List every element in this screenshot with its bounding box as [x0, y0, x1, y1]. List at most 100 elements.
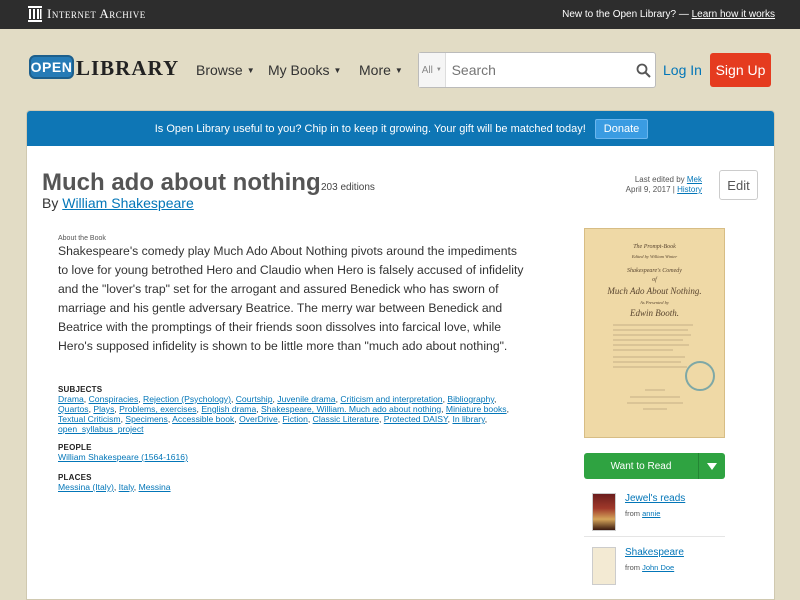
last-edited-label: Last edited by — [634, 175, 685, 184]
list-thumbnail[interactable] — [592, 547, 616, 585]
people-heading: PEOPLE — [58, 443, 92, 452]
logo-open-sign: OPEN — [29, 55, 74, 79]
chevron-down-icon: ▼ — [435, 67, 442, 73]
want-to-read-label[interactable]: Want to Read — [584, 453, 699, 479]
subject-link[interactable]: Quartos — [58, 404, 89, 414]
archive-building-icon — [28, 6, 42, 22]
internet-archive-logo[interactable]: Internet Archive — [28, 6, 146, 22]
donation-text: Is Open Library useful to you? Chip in t… — [154, 122, 586, 135]
logo-library-text: LIBRARY — [76, 56, 180, 80]
subject-link[interactable]: Fiction — [283, 414, 308, 424]
search-button[interactable] — [633, 53, 655, 87]
book-panel: Is Open Library useful to you? Chip in t… — [26, 110, 775, 600]
subject-link[interactable]: Textual Criticism — [58, 414, 121, 424]
place-link[interactable]: Messina (Italy) — [58, 482, 114, 492]
last-edited-user-link[interactable]: Mek — [687, 175, 702, 184]
list-thumbnail[interactable] — [592, 493, 616, 531]
donate-button[interactable]: Donate — [594, 118, 649, 139]
edit-button[interactable]: Edit — [719, 170, 758, 200]
book-cover[interactable]: The Prompt-Book Edited by William Winter… — [584, 228, 725, 438]
search-icon — [636, 63, 652, 78]
subject-link[interactable]: Courtship — [236, 394, 273, 404]
subject-link[interactable]: Criticism and interpretation — [340, 394, 442, 404]
subject-link[interactable]: Drama — [58, 394, 84, 404]
by-label: By — [42, 195, 59, 211]
login-link[interactable]: Log In — [663, 62, 702, 78]
search-input[interactable] — [445, 53, 633, 87]
site-header: OPEN LIBRARY Browse ▼ My Books ▼ More ▼ … — [0, 29, 800, 109]
subject-link[interactable]: Juvenile drama — [277, 394, 335, 404]
list-item: Shakespeare from John Doe — [584, 539, 725, 589]
cover-text: The Prompt-Book Edited by William Winter… — [585, 243, 724, 320]
cover-line: of — [652, 277, 657, 283]
last-edited: Last edited by Mek April 9, 2017 | Histo… — [626, 175, 702, 195]
places-list: Messina (Italy), Italy, Messina — [58, 482, 171, 492]
subject-link[interactable]: Plays — [93, 404, 114, 414]
subject-link[interactable]: open_syllabus_project — [58, 424, 144, 434]
cover-line: Edwin Booth. — [630, 308, 679, 318]
cover-line: As Presented by — [640, 300, 669, 305]
place-link[interactable]: Italy — [119, 482, 134, 492]
places-heading: PLACES — [58, 473, 92, 482]
internet-archive-bar: Internet Archive New to the Open Library… — [0, 0, 800, 29]
nav-more-label: More — [359, 62, 391, 78]
list-title-link[interactable]: Jewel's reads — [625, 493, 685, 504]
nav-browse-label: Browse — [196, 62, 243, 78]
learn-how-link[interactable]: Learn how it works — [692, 9, 775, 20]
cover-publisher-lines — [627, 389, 683, 410]
subject-link[interactable]: Protected DAISY — [384, 414, 448, 424]
internet-archive-text: Internet Archive — [47, 6, 146, 21]
book-title: Much ado about nothing — [42, 169, 321, 196]
book-description: Shakespeare's comedy play Much Ado About… — [58, 244, 524, 353]
subject-link[interactable]: English drama — [201, 404, 256, 414]
search-scope-label: All — [421, 64, 433, 76]
subject-link[interactable]: Shakespeare, William. Much ado about not… — [261, 404, 441, 414]
new-user-text: New to the Open Library? — [562, 9, 677, 20]
chevron-down-icon: ▼ — [333, 65, 342, 75]
subject-link[interactable]: Miniature books — [446, 404, 507, 414]
about-label: About the Book — [58, 235, 106, 242]
person-link[interactable]: William Shakespeare (1564-1616) — [58, 452, 188, 462]
subject-link[interactable]: Classic Literature — [313, 414, 379, 424]
subject-link[interactable]: OverDrive — [239, 414, 278, 424]
list-title-link[interactable]: Shakespeare — [625, 547, 684, 558]
cover-line: Edited by William Winter — [631, 254, 678, 259]
subject-link[interactable]: Conspiracies — [89, 394, 139, 404]
want-to-read-button[interactable]: Want to Read — [584, 453, 725, 479]
nav-my-books-label: My Books — [268, 62, 330, 78]
list-owner: from annie — [625, 509, 660, 518]
list-owner-link[interactable]: John Doe — [642, 563, 674, 572]
open-library-logo[interactable]: OPEN LIBRARY — [29, 49, 178, 89]
subject-link[interactable]: Accessible book — [172, 414, 234, 424]
subject-link[interactable]: Specimens — [125, 414, 168, 424]
donation-banner: Is Open Library useful to you? Chip in t… — [27, 111, 774, 146]
people-list: William Shakespeare (1564-1616) — [58, 452, 528, 462]
subject-link[interactable]: In library — [452, 414, 484, 424]
last-edited-date: April 9, 2017 | — [625, 185, 675, 194]
byline: By William Shakespeare — [42, 195, 194, 211]
signup-button[interactable]: Sign Up — [710, 53, 771, 87]
subject-link[interactable]: Bibliography — [447, 394, 494, 404]
history-link[interactable]: History — [677, 185, 702, 194]
subject-link[interactable]: Problems, exercises — [119, 404, 196, 414]
place-link[interactable]: Messina — [139, 482, 171, 492]
new-user-prompt: New to the Open Library? — Learn how it … — [562, 9, 775, 20]
list-from-label: from — [625, 563, 640, 572]
cover-line: Shakespeare's Comedy — [627, 268, 682, 274]
want-to-read-dropdown[interactable] — [699, 453, 725, 479]
caret-down-icon — [707, 462, 717, 470]
cover-line: The Prompt-Book — [633, 244, 676, 250]
editions-count: 203 editions — [321, 182, 375, 193]
search-bar: All ▼ — [418, 52, 656, 88]
list-divider — [584, 536, 725, 537]
nav-browse[interactable]: Browse ▼ — [196, 62, 255, 78]
list-owner-link[interactable]: annie — [642, 509, 660, 518]
list-item: Jewel's reads from annie — [584, 485, 725, 535]
search-scope-select[interactable]: All ▼ — [419, 53, 446, 87]
nav-more[interactable]: More ▼ — [359, 62, 403, 78]
subject-link[interactable]: Rejection (Psychology) — [143, 394, 231, 404]
cover-line: Much Ado About Nothing. — [607, 286, 702, 296]
nav-my-books[interactable]: My Books ▼ — [268, 62, 341, 78]
subjects-list: Drama, Conspiracies, Rejection (Psycholo… — [58, 394, 509, 434]
author-link[interactable]: William Shakespeare — [62, 195, 194, 211]
